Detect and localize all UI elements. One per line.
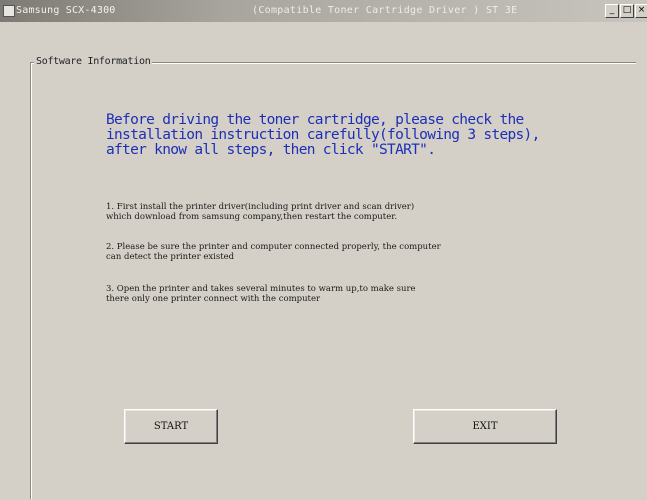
start-button[interactable]: START bbox=[124, 409, 218, 444]
minimize-button[interactable]: _ bbox=[605, 4, 619, 18]
step-line: 1. First install the printer driver(incl… bbox=[106, 202, 415, 212]
instruction-heading: Before driving the toner cartridge, plea… bbox=[106, 113, 606, 158]
step-line: 2. Please be sure the printer and comput… bbox=[106, 242, 441, 252]
step-line: there only one printer connect with the … bbox=[106, 294, 321, 304]
maximize-button[interactable]: □ bbox=[620, 4, 634, 18]
exit-button[interactable]: EXIT bbox=[413, 409, 557, 444]
heading-line: after know all steps, then click "START"… bbox=[106, 142, 436, 158]
window-title: Samsung SCX-4300 bbox=[16, 5, 116, 16]
step-2: 2. Please be sure the printer and comput… bbox=[106, 242, 606, 262]
step-line: can detect the printer existed bbox=[106, 252, 235, 262]
title-bar: Samsung SCX-4300 (Compatible Toner Cartr… bbox=[0, 0, 647, 22]
app-icon bbox=[3, 5, 15, 17]
step-3: 3. Open the printer and takes several mi… bbox=[106, 284, 606, 304]
heading-line: Before driving the toner cartridge, plea… bbox=[106, 112, 524, 128]
window-subtitle: (Compatible Toner Cartridge Driver ) ST … bbox=[252, 5, 518, 16]
step-1: 1. First install the printer driver(incl… bbox=[106, 202, 606, 222]
heading-line: installation instruction carefully(follo… bbox=[106, 127, 540, 143]
group-label: Software Information bbox=[34, 56, 153, 67]
close-button[interactable]: × bbox=[635, 4, 647, 18]
step-line: 3. Open the printer and takes several mi… bbox=[106, 284, 416, 294]
step-line: which download from samsung company,then… bbox=[106, 212, 398, 222]
